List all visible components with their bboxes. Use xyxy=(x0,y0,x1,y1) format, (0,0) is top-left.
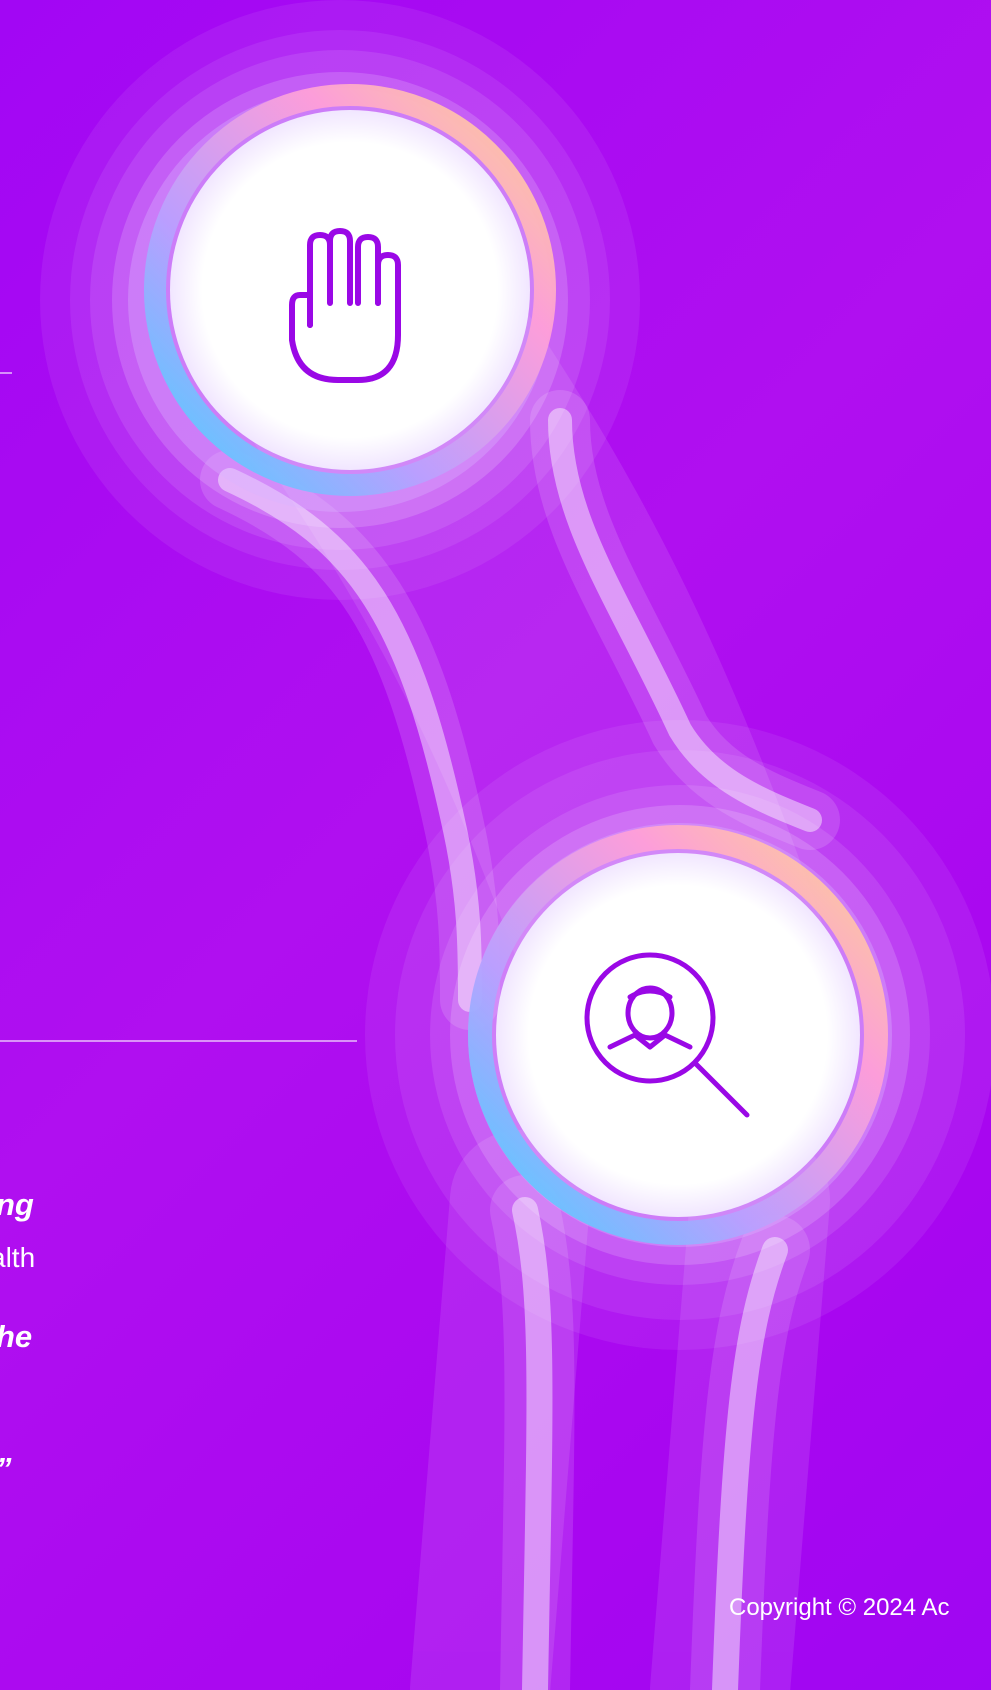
quote-attribution: alth xyxy=(0,1242,36,1273)
testimonial-quote: ng he ” xyxy=(0,1095,34,1579)
hero-panel: ng he ” alth Copyright © 2024 Ac xyxy=(0,0,991,1690)
hand-icon xyxy=(270,225,420,395)
quote-line-3: ” xyxy=(0,1447,34,1491)
copyright-text: Copyright © 2024 Ac xyxy=(729,1594,950,1621)
quote-line-2: he xyxy=(0,1319,33,1354)
divider-middle xyxy=(0,1040,357,1042)
person-search-icon xyxy=(575,945,760,1130)
quote-line-1: ng xyxy=(0,1187,34,1222)
connector-graphic xyxy=(40,0,991,1690)
divider-top xyxy=(0,372,12,374)
